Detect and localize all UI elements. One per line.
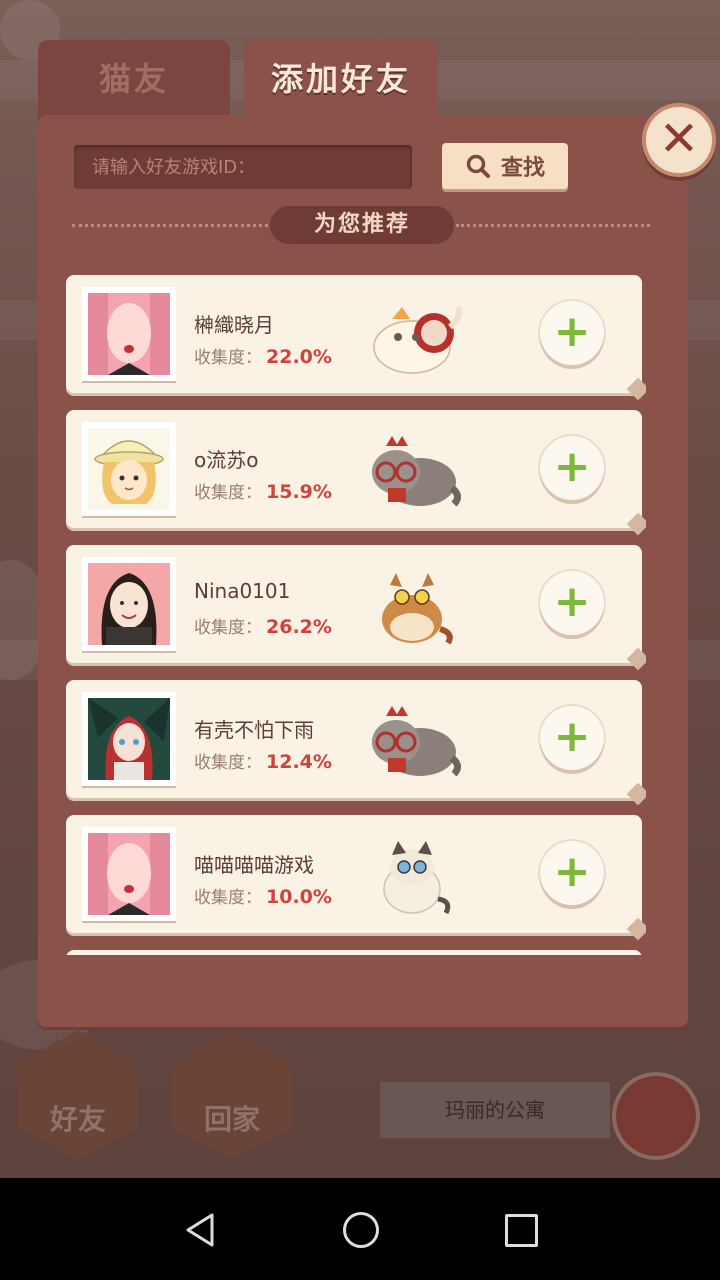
tab-cat-friends[interactable]: 猫友 xyxy=(38,40,230,120)
close-icon: ✕ xyxy=(658,111,700,167)
white-cat-bonnet-icon xyxy=(373,305,462,374)
friend-card: 喵喵喵喵游戏 收集度： 10.0% + xyxy=(66,815,642,933)
friend-name: 喵喵喵喵游戏 xyxy=(194,853,314,877)
friend-avatar xyxy=(82,692,176,786)
search-button-label: 查找 xyxy=(500,156,545,181)
gray-cat-glasses-icon xyxy=(372,436,461,507)
back-icon[interactable] xyxy=(185,1213,215,1247)
plus-icon: + xyxy=(553,306,591,357)
friend-avatar xyxy=(82,827,176,921)
friend-card: 有壳不怕下雨 收集度： 12.4% + xyxy=(66,680,642,798)
collect-percent: 22.0% xyxy=(266,346,332,368)
nav-friends-label: 好友 xyxy=(49,1103,106,1136)
collect-label: 收集度： xyxy=(194,483,262,503)
friend-card: 榊織晓月 收集度： 22.0% + xyxy=(66,275,642,393)
apartment-label: 玛丽的公寓 xyxy=(380,1082,610,1138)
gray-cat-glasses-icon xyxy=(372,706,461,777)
plus-icon: + xyxy=(553,846,591,897)
collect-percent: 10.0% xyxy=(266,886,332,908)
recent-apps-icon[interactable] xyxy=(505,1214,538,1247)
add-friend-button[interactable]: + xyxy=(540,706,604,770)
add-friend-button[interactable]: + xyxy=(540,436,604,500)
friend-card: o流苏o 收集度： 15.9% + xyxy=(66,410,642,528)
plus-icon: + xyxy=(553,711,591,762)
close-button[interactable]: ✕ xyxy=(642,103,716,177)
friend-avatar xyxy=(82,422,176,516)
friend-id-search-input[interactable] xyxy=(74,145,412,189)
collect-label: 收集度： xyxy=(194,753,262,773)
friend-avatar xyxy=(82,287,176,381)
plus-icon: + xyxy=(553,441,591,492)
owner-avatar[interactable] xyxy=(612,1072,700,1160)
collect-label: 收集度： xyxy=(194,618,262,638)
siamese-cat-icon xyxy=(383,841,451,915)
collect-rate: 收集度： 26.2% xyxy=(194,613,332,638)
divider xyxy=(456,224,650,227)
collect-label: 收集度： xyxy=(194,888,262,908)
friend-name: o流苏o xyxy=(194,448,259,472)
friend-name: 有壳不怕下雨 xyxy=(194,718,314,742)
plus-icon: + xyxy=(553,576,591,627)
add-friend-button[interactable]: + xyxy=(540,301,604,365)
friend-card-partial xyxy=(66,950,642,955)
home-icon[interactable] xyxy=(343,1212,379,1248)
recommend-list[interactable]: 榊織晓月 收集度： 22.0% + o流苏o 收集度： 15.9% + Nina… xyxy=(66,275,646,955)
search-button[interactable]: 查找 xyxy=(442,143,568,189)
collect-percent: 15.9% xyxy=(266,481,332,503)
friend-name: 榊織晓月 xyxy=(194,313,274,337)
divider xyxy=(72,224,268,227)
search-icon xyxy=(466,154,490,178)
recommend-title: 为您推荐 xyxy=(270,206,454,244)
collect-rate: 收集度： 15.9% xyxy=(194,478,332,503)
add-friend-button[interactable]: + xyxy=(540,571,604,635)
friend-avatar xyxy=(82,557,176,651)
tab-add-friend[interactable]: 添加好友 xyxy=(244,40,438,120)
collect-percent: 26.2% xyxy=(266,616,332,638)
friend-name: Nina0101 xyxy=(194,579,291,603)
add-friend-button[interactable]: + xyxy=(540,841,604,905)
collect-percent: 12.4% xyxy=(266,751,332,773)
collect-rate: 收集度： 12.4% xyxy=(194,748,332,773)
orange-cat-icon xyxy=(382,573,453,645)
collect-rate: 收集度： 10.0% xyxy=(194,883,332,908)
friend-card: Nina0101 收集度： 26.2% + xyxy=(66,545,642,663)
collect-rate: 收集度： 22.0% xyxy=(194,343,332,368)
nav-home-label: 回家 xyxy=(203,1103,260,1136)
collect-label: 收集度： xyxy=(194,348,262,368)
